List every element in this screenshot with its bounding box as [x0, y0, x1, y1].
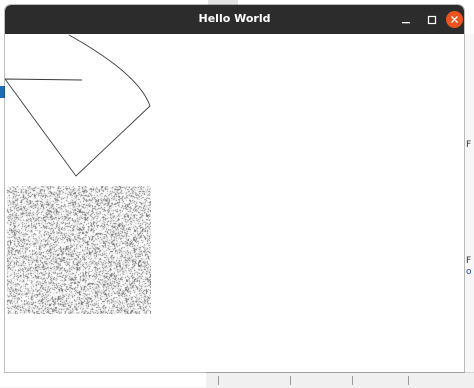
- background-char: F: [466, 140, 472, 150]
- minimize-icon: [401, 15, 411, 25]
- maximize-button[interactable]: [423, 11, 440, 28]
- background-char: F: [466, 256, 472, 266]
- app-window: Hello World: [5, 5, 464, 372]
- noise-texture: [7, 186, 151, 314]
- background-tick: [290, 376, 291, 385]
- background-window-strip: F F o: [464, 34, 474, 387]
- drawing-canvas[interactable]: [5, 34, 464, 372]
- background-tick: [218, 376, 219, 385]
- pie-slice-shape: [5, 34, 151, 177]
- background-char: o: [466, 267, 472, 277]
- title-bar[interactable]: Hello World: [5, 5, 464, 34]
- background-taskbar-edge: [206, 372, 474, 388]
- minimize-button[interactable]: [397, 11, 414, 28]
- maximize-icon: [427, 15, 437, 25]
- background-tick: [408, 376, 409, 385]
- close-icon: [450, 15, 459, 24]
- close-button[interactable]: [446, 11, 463, 28]
- background-tick: [352, 376, 353, 385]
- window-title: Hello World: [198, 12, 271, 25]
